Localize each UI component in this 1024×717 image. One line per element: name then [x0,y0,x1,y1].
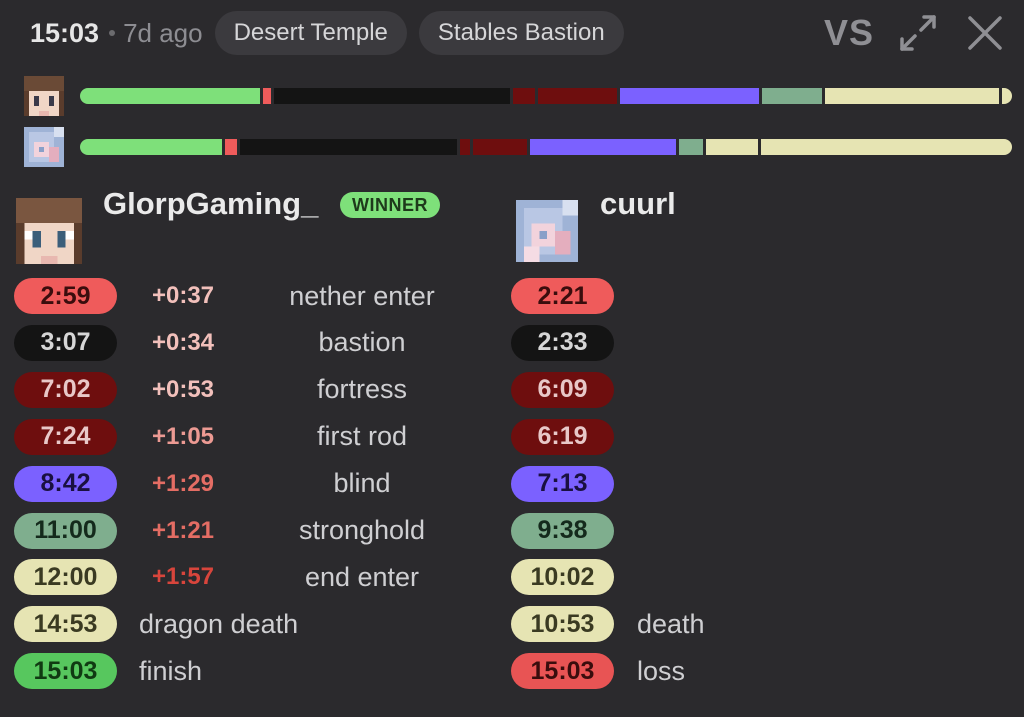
player1-avatar-icon[interactable] [16,198,82,264]
split-row-player2: 7:13 [511,465,811,503]
split-row-player1: 12:00 +1:57 end enter [14,558,474,596]
timeline-segment [274,88,511,104]
split-row-player2: 15:03 loss [511,652,811,690]
split-label: dragon death [139,608,299,639]
split-row-player2: 10:02 [511,558,811,596]
split-diff: +0:53 [151,375,215,403]
split-label: finish [139,655,203,686]
separator-dot [109,30,116,36]
timeline-segment [619,88,759,104]
timeline-segment [761,88,822,104]
split-label: death [637,608,705,639]
timeline-segment [80,88,260,104]
split-diff: +1:05 [151,422,215,450]
split-time-pill[interactable]: 7:13 [511,465,614,502]
split-row-player1: 8:42 +1:29 blind [14,465,474,503]
split-row-player2: 10:53 death [511,605,811,643]
timeline-segment [679,139,704,155]
winner-badge: WINNER [340,192,440,218]
header-bar: 15:03 7d ago Desert Temple Stables Basti… [30,10,1024,56]
relative-date: 7d ago [123,17,203,48]
seed-type-chip[interactable]: Desert Temple [214,11,407,55]
timeline-segment [824,88,999,104]
expand-icon[interactable] [898,13,938,53]
split-diff: +0:34 [151,328,215,356]
bastion-type-chip[interactable]: Stables Bastion [418,11,624,55]
player1-name[interactable]: GlorpGaming_ [103,186,318,222]
timeline-segment [239,139,458,155]
split-time-pill[interactable]: 2:59 [14,278,117,314]
timeline-bar-player2 [80,139,1012,155]
split-row-player2: 2:21 [511,277,811,315]
split-time-pill[interactable]: 12:00 [14,559,117,596]
split-label: nether enter [289,280,435,311]
split-time-pill[interactable]: 7:24 [14,418,117,455]
split-time-pill[interactable]: 10:02 [511,559,614,596]
split-row-player1: 2:59 +0:37 nether enter [14,277,474,315]
split-label: fortress [316,374,408,405]
split-label: end enter [304,561,420,592]
split-row-player2: 6:09 [511,371,811,409]
player2-name[interactable]: cuurl [600,186,676,222]
split-time-pill[interactable]: 11:00 [14,512,117,549]
header-actions: VS [824,10,1004,56]
split-diff: +0:37 [151,282,215,309]
player1-mini-avatar-icon [24,76,64,116]
timeline-segment [513,88,536,104]
timeline-segment [262,88,272,104]
split-time-pill[interactable]: 2:33 [511,324,614,361]
split-label: first rod [316,421,408,452]
split-row-player1: 7:02 +0:53 fortress [14,371,474,409]
vs-button[interactable]: VS [824,12,874,54]
split-row-player1: 7:24 +1:05 first rod [14,418,474,456]
split-diff: +1:21 [151,516,215,544]
timeline-segment [760,139,1012,155]
split-row-player2: 9:38 [511,512,811,550]
player2-avatar-icon[interactable] [516,200,578,262]
split-time-pill[interactable]: 10:53 [511,606,614,643]
split-row-player1: 15:03 finish [14,652,474,690]
split-time-pill[interactable]: 14:53 [14,606,117,643]
run-time: 15:03 [30,17,100,48]
split-time-pill[interactable]: 3:07 [14,324,117,361]
player2-mini-avatar-icon [24,127,64,167]
timeline-bar-player1 [80,88,1012,104]
split-time-pill[interactable]: 7:02 [14,371,117,408]
split-row-player1: 14:53 dragon death [14,605,474,643]
split-time-pill[interactable]: 8:42 [14,465,117,502]
split-row-player2: 2:33 [511,324,811,362]
split-time-pill[interactable]: 6:19 [511,418,614,455]
split-time-pill[interactable]: 15:03 [14,653,117,690]
timeline-segment [473,139,528,155]
timeline-segment [706,139,758,155]
timeline-segment [1001,88,1012,104]
split-row-player1: 3:07 +0:34 bastion [14,324,474,362]
timeline-segment [538,88,617,104]
split-row-player1: 11:00 +1:21 stronghold [14,512,474,550]
timeline-segment [224,139,237,155]
split-label: bastion [318,327,406,358]
split-time-pill[interactable]: 2:21 [511,278,614,314]
split-label: loss [637,655,686,686]
timeline-segment [460,139,471,155]
split-time-pill[interactable]: 6:09 [511,371,614,408]
split-diff: +1:57 [151,563,215,591]
close-icon[interactable] [966,14,1004,52]
split-row-player2: 6:19 [511,418,811,456]
split-label: blind [333,468,391,499]
split-label: stronghold [298,515,426,545]
timeline-segment [530,139,677,155]
timeline-segment [80,139,222,155]
split-time-pill[interactable]: 9:38 [511,512,614,549]
split-diff: +1:29 [151,469,215,497]
split-time-pill[interactable]: 15:03 [511,653,614,690]
